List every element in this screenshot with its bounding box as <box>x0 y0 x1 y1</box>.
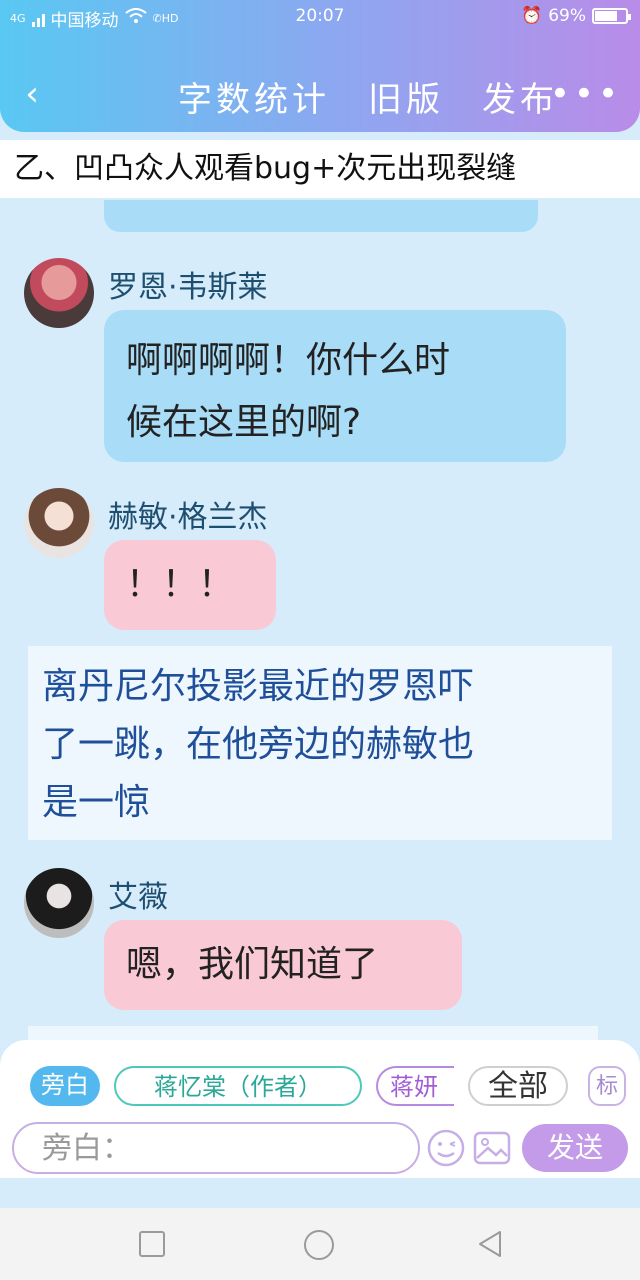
role-chip-narrator[interactable]: 旁白 <box>30 1066 100 1106</box>
message-line: ！！！ <box>126 564 235 605</box>
publish-button[interactable]: 发布 <box>482 72 558 121</box>
system-nav-bar <box>0 1208 640 1280</box>
tag-button[interactable]: 标 <box>588 1066 626 1106</box>
avatar[interactable] <box>24 488 94 558</box>
avatar[interactable] <box>24 258 94 328</box>
header-actions: 字数统计 旧版 发布 <box>178 72 558 121</box>
chevron-left-icon[interactable]: ‹ <box>14 74 50 114</box>
battery-icon <box>592 8 631 24</box>
composer-panel: 旁白 蒋忆棠（作者） 蒋妍 全部 标 发送 <box>0 1040 640 1178</box>
message-line: 啊啊啊啊！你什么时 <box>126 340 451 381</box>
message-bubble[interactable]: 嗯，我们知道了 <box>104 920 462 1010</box>
role-chip-character[interactable]: 蒋妍 <box>376 1066 454 1106</box>
message-bubble[interactable]: 啊啊啊啊！你什么时 候在这里的啊? <box>104 310 566 462</box>
back-triangle-icon[interactable] <box>474 1228 506 1260</box>
emoji-icon[interactable] <box>426 1128 466 1168</box>
nav-bar: ‹ 字数统计 旧版 发布 ••• <box>0 60 640 130</box>
sender-name: 罗恩·韦斯莱 <box>108 270 268 305</box>
narration-line: 了一跳，在他旁边的赫敏也 <box>42 724 475 765</box>
message-bubble[interactable]: ！！！ <box>104 540 276 630</box>
message-line: 嗯，我们知道了 <box>126 944 379 985</box>
send-button[interactable]: 发送 <box>522 1124 628 1172</box>
sender-name: 艾薇 <box>108 880 168 915</box>
app-header: 4G 中国移动 ✆HD 20:07 ⏰ 69% ‹ 字数统计 旧版 发布 ••• <box>0 0 640 132</box>
battery-percent: 69% <box>548 6 586 26</box>
more-dots-icon[interactable]: ••• <box>550 74 622 114</box>
role-chip-author[interactable]: 蒋忆棠（作者） <box>114 1066 362 1106</box>
all-roles-button[interactable]: 全部 <box>468 1066 568 1106</box>
narration-line: 离丹尼尔投影最近的罗恩吓 <box>42 666 475 707</box>
sender-name: 赫敏·格兰杰 <box>108 500 268 535</box>
recent-apps-icon[interactable] <box>136 1228 168 1260</box>
avatar[interactable] <box>24 868 94 938</box>
image-icon[interactable] <box>472 1128 512 1168</box>
narration-line: 是一惊 <box>42 782 151 823</box>
old-version-button[interactable]: 旧版 <box>368 72 444 121</box>
previous-message-bubble <box>104 200 538 232</box>
chapter-title: 乙、凹凸众人观看bug+次元出现裂缝 <box>0 140 640 198</box>
message-input[interactable] <box>12 1122 420 1174</box>
alarm-icon: ⏰ <box>521 6 543 26</box>
status-bar: 4G 中国移动 ✆HD 20:07 ⏰ 69% <box>0 0 640 34</box>
narration-block[interactable]: 离丹尼尔投影最近的罗恩吓 了一跳，在他旁边的赫敏也 是一惊 <box>28 646 612 840</box>
message-line: 候在这里的啊? <box>126 402 362 443</box>
home-icon[interactable] <box>302 1228 334 1260</box>
word-count-button[interactable]: 字数统计 <box>178 72 330 121</box>
